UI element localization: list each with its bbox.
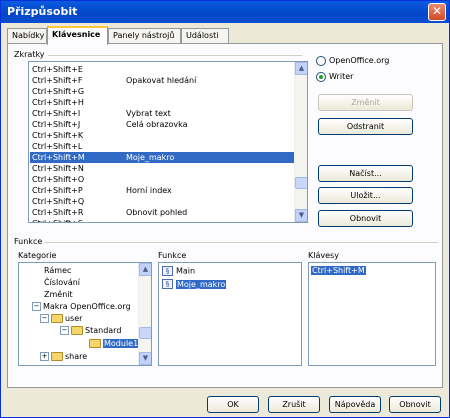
macro-icon: §: [162, 279, 173, 289]
folder-icon: [51, 314, 63, 323]
module-icon: [89, 339, 101, 348]
customize-dialog: Přizpůsobit ✕ Nabídky Klávesnice Panely …: [0, 0, 450, 418]
tab-toolbars[interactable]: Panely nástrojů: [108, 28, 181, 44]
category-item[interactable]: Rámec: [44, 266, 71, 276]
function-list[interactable]: § Main § Moje_makro: [158, 262, 302, 366]
modify-button[interactable]: Změnit: [318, 94, 413, 111]
delete-button[interactable]: Odstranit: [318, 118, 413, 135]
shortcut-row[interactable]: Ctrl+Shift+J Celá obrazovka: [30, 119, 295, 130]
tab-events[interactable]: Události: [181, 28, 229, 44]
shortcut-row[interactable]: Ctrl+Shift+S: [30, 218, 295, 222]
scroll-down-icon[interactable]: ▼: [295, 209, 307, 222]
category-item[interactable]: − user: [40, 314, 82, 324]
function-item[interactable]: § Main: [162, 266, 195, 277]
category-item[interactable]: Změnit: [44, 290, 73, 300]
category-item[interactable]: Číslování: [44, 278, 80, 288]
radio-icon[interactable]: [316, 55, 326, 66]
function-label: Funkce: [158, 251, 190, 260]
title-bar[interactable]: Přizpůsobit ✕: [1, 1, 449, 23]
shortcut-row[interactable]: Ctrl+Shift+K: [30, 130, 295, 141]
functions-divider: [14, 242, 438, 243]
tab-menus[interactable]: Nabídky: [7, 28, 47, 44]
shortcuts-label: Zkratky: [14, 50, 48, 59]
folder-icon: [71, 326, 83, 335]
shortcut-row[interactable]: Ctrl+Shift+N: [30, 163, 295, 174]
collapse-icon[interactable]: −: [32, 302, 41, 311]
scroll-thumb[interactable]: [139, 327, 151, 339]
folder-icon: [51, 352, 63, 361]
shortcuts-scrollbar[interactable]: ▲ ▼: [294, 62, 307, 222]
category-item[interactable]: − Makra OpenOffice.org: [32, 302, 131, 312]
cancel-button[interactable]: Zrušit: [268, 396, 320, 413]
window-title: Přizpůsobit: [7, 5, 78, 18]
help-button[interactable]: Nápověda: [329, 396, 381, 413]
shortcut-row[interactable]: Ctrl+Shift+R Obnovit pohled: [30, 207, 295, 218]
shortcut-row[interactable]: Ctrl+Shift+I Vybrat text: [30, 108, 295, 119]
category-scrollbar[interactable]: ▲ ▼: [138, 263, 151, 365]
shortcut-row[interactable]: Ctrl+Shift+L: [30, 141, 295, 152]
collapse-icon[interactable]: −: [60, 326, 69, 335]
category-label: Kategorie: [18, 251, 60, 260]
shortcut-row[interactable]: Ctrl+Shift+P Horní index: [30, 185, 295, 196]
shortcut-row-selected[interactable]: Ctrl+Shift+M Moje_makro: [30, 152, 295, 163]
scope-writer[interactable]: Writer: [316, 71, 353, 82]
category-tree[interactable]: Rámec Číslování Změnit − Makra OpenOffice…: [18, 262, 152, 366]
category-item-selected[interactable]: Module1: [89, 339, 140, 349]
scroll-up-icon[interactable]: ▲: [295, 62, 307, 75]
shortcut-row[interactable]: Ctrl+Shift+E: [30, 64, 295, 75]
shortcut-row[interactable]: Ctrl+Shift+Q: [30, 196, 295, 207]
radio-selected-icon[interactable]: [316, 71, 326, 82]
shortcuts-divider: [14, 55, 302, 56]
keyboard-panel: Zkratky Ctrl+Shift+E Ctrl+Shift+F Opakova…: [7, 43, 443, 388]
shortcut-row[interactable]: Ctrl+Shift+F Opakovat hledání: [30, 75, 295, 86]
functions-label: Funkce: [14, 237, 46, 246]
shortcuts-list[interactable]: Ctrl+Shift+E Ctrl+Shift+F Opakovat hledán…: [28, 61, 308, 223]
category-item[interactable]: + share: [40, 352, 87, 362]
collapse-icon[interactable]: −: [40, 314, 49, 323]
function-item-selected[interactable]: § Moje_makro: [162, 279, 227, 290]
scroll-up-icon[interactable]: ▲: [139, 263, 151, 276]
category-item[interactable]: − Standard: [60, 326, 121, 336]
footer-reset-button[interactable]: Obnovit: [389, 396, 441, 413]
save-button[interactable]: Uložit...: [318, 187, 413, 204]
reset-button[interactable]: Obnovit: [318, 210, 413, 227]
load-button[interactable]: Načíst...: [318, 165, 413, 182]
scope-openoffice[interactable]: OpenOffice.org: [316, 55, 389, 66]
keys-label: Klávesy: [308, 251, 342, 260]
macro-icon: §: [162, 266, 173, 276]
shortcut-row[interactable]: Ctrl+Shift+O: [30, 174, 295, 185]
close-icon[interactable]: ✕: [428, 3, 446, 21]
shortcut-row[interactable]: Ctrl+Shift+G: [30, 86, 295, 97]
scroll-down-icon[interactable]: ▼: [139, 352, 151, 365]
keys-list[interactable]: Ctrl+Shift+M: [308, 262, 436, 366]
ok-button[interactable]: OK: [207, 396, 259, 413]
scroll-thumb[interactable]: [295, 177, 307, 189]
key-item-selected[interactable]: Ctrl+Shift+M: [311, 266, 366, 276]
tab-keyboard[interactable]: Klávesnice: [47, 26, 108, 45]
shortcut-row[interactable]: Ctrl+Shift+H: [30, 97, 295, 108]
expand-icon[interactable]: +: [40, 352, 49, 361]
